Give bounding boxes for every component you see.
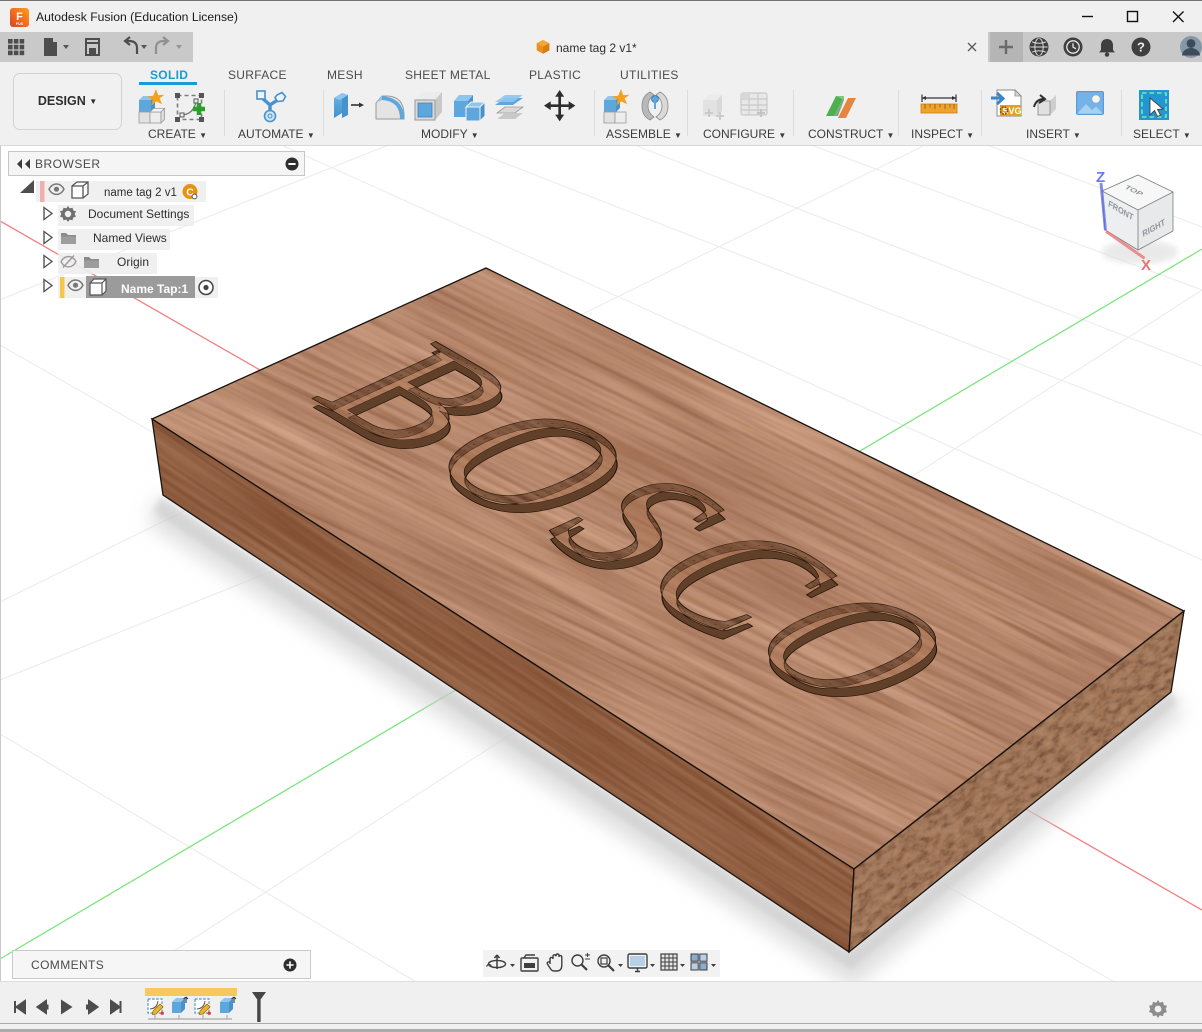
- svg-text:Name Tap:1: Name Tap:1: [121, 282, 188, 296]
- svg-text:Z: Z: [1096, 169, 1105, 186]
- svg-text:FUS: FUS: [16, 22, 24, 26]
- svg-text:X: X: [1141, 257, 1151, 274]
- svg-text:Document Settings: Document Settings: [88, 207, 189, 221]
- svg-text:Origin: Origin: [117, 255, 149, 269]
- svg-text:name tag 2 v1: name tag 2 v1: [104, 187, 177, 199]
- svg-text:?: ?: [1137, 40, 1145, 55]
- svg-text:Named Views: Named Views: [93, 231, 167, 245]
